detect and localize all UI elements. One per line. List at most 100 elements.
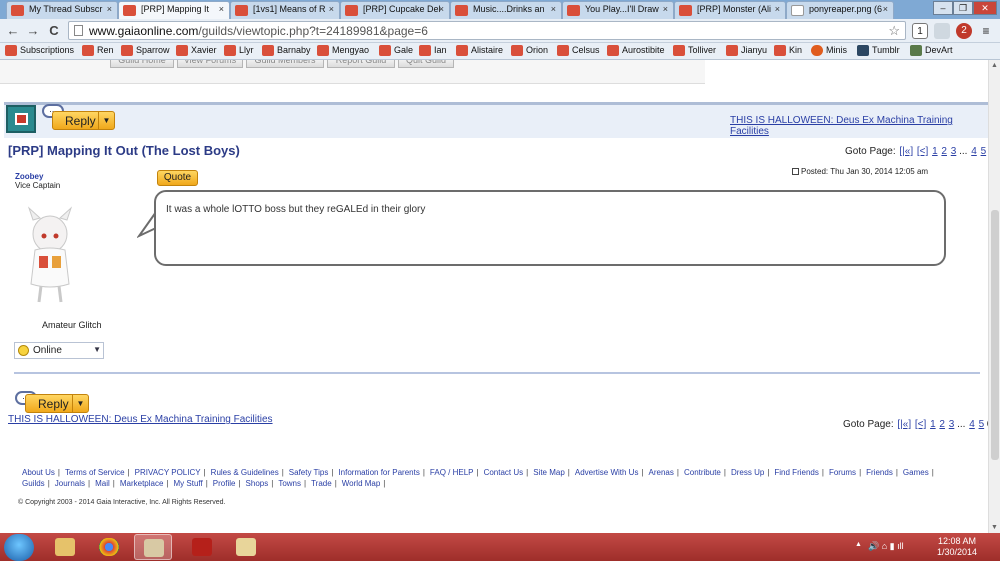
report-guild-button[interactable]: Report Guild — [327, 60, 395, 68]
guild-members-button[interactable]: Guild Members — [246, 60, 324, 68]
footer-link[interactable]: Games — [903, 468, 929, 477]
address-bar[interactable]: www.gaiaonline.com/guilds/viewtopic.php?… — [68, 21, 906, 40]
page-link-4[interactable]: 4 — [969, 419, 975, 430]
chevron-down-icon[interactable]: ▼ — [72, 395, 88, 412]
avatar[interactable] — [15, 206, 85, 306]
forward-button[interactable]: → — [24, 22, 42, 40]
page-link-5[interactable]: 5 — [979, 419, 985, 430]
tray-icons[interactable]: 🔊 ⌂ ▮ ıll — [868, 541, 904, 552]
tab-close-icon[interactable]: × — [551, 4, 556, 14]
bookmark-llyr[interactable]: Llyr — [224, 45, 254, 56]
footer-link[interactable]: About Us — [22, 468, 55, 477]
scroll-up-icon[interactable]: ▲ — [991, 62, 998, 69]
bookmark-xavier[interactable]: Xavier — [176, 45, 217, 56]
bookmark-celsus[interactable]: Celsus — [557, 45, 600, 56]
prev-page-link[interactable]: [<] — [915, 419, 926, 430]
footer-link[interactable]: World Map — [342, 479, 381, 488]
tab-music-drinks[interactable]: Music....Drinks an × — [450, 1, 562, 19]
scroll-down-icon[interactable]: ▼ — [991, 524, 998, 531]
quote-button[interactable]: Quote — [157, 170, 198, 186]
bookmark-orion[interactable]: Orion — [511, 45, 548, 56]
page-link-3[interactable]: 3 — [951, 146, 957, 157]
scroll-thumb[interactable] — [991, 210, 999, 460]
bookmark-aurostibite[interactable]: Aurostibite — [607, 45, 665, 56]
page-link-4[interactable]: 4 — [971, 146, 977, 157]
taskbar-paint[interactable] — [227, 534, 265, 560]
footer-link[interactable]: Guilds — [22, 479, 45, 488]
footer-link[interactable]: Mail — [95, 479, 110, 488]
menu-icon[interactable]: ≡ — [978, 23, 994, 39]
footer-link[interactable]: Terms of Service — [65, 468, 125, 477]
guild-home-button[interactable]: Guild Home — [110, 60, 174, 68]
footer-link[interactable]: Advertise With Us — [575, 468, 639, 477]
extension-one-icon[interactable]: 1 — [912, 23, 928, 39]
start-button[interactable] — [4, 534, 34, 561]
tab-ponyreaper[interactable]: ponyreaper.png (6 × — [786, 1, 894, 19]
page-link-5[interactable]: 5 — [981, 146, 987, 157]
footer-link[interactable]: Information for Parents — [338, 468, 419, 477]
author-name[interactable]: Zoobey — [15, 172, 60, 181]
bookmark-barnaby[interactable]: Barnaby — [262, 45, 311, 56]
bookmark-minis[interactable]: Minis — [811, 45, 847, 56]
bookmark-devart[interactable]: DevArt — [910, 45, 953, 56]
footer-link[interactable]: Towns — [278, 479, 301, 488]
forum-link-bottom[interactable]: THIS IS HALLOWEEN: Deus Ex Machina Train… — [8, 414, 273, 425]
bookmark-mengyao[interactable]: Mengyao — [317, 45, 369, 56]
forum-link[interactable]: THIS IS HALLOWEEN: Deus Ex Machina Train… — [730, 115, 988, 137]
bookmark-subscriptions[interactable]: Subscriptions — [5, 45, 74, 56]
reload-button[interactable]: C — [45, 22, 63, 40]
close-window-button[interactable]: ✕ — [973, 1, 997, 15]
vertical-scrollbar[interactable]: ▲ ▼ — [988, 60, 1000, 533]
footer-link[interactable]: Site Map — [533, 468, 565, 477]
bookmark-jianyu[interactable]: Jianyu — [726, 45, 767, 56]
bookmark-ren[interactable]: Ren — [82, 45, 114, 56]
clock[interactable]: 12:08 AM 1/30/2014 — [937, 536, 977, 558]
quit-guild-button[interactable]: Quit Guild — [398, 60, 454, 68]
tab-close-icon[interactable]: × — [329, 4, 334, 14]
view-forums-button[interactable]: View Forums — [177, 60, 243, 68]
bookmark-alistaire[interactable]: Alistaire — [456, 45, 503, 56]
footer-link[interactable]: Contact Us — [484, 468, 524, 477]
tab-close-icon[interactable]: × — [775, 4, 780, 14]
tab-thread-subscriptions[interactable]: My Thread Subscr × — [6, 1, 118, 19]
reply-button[interactable]: Reply ▼ — [52, 111, 115, 130]
online-status-select[interactable]: Online ▼ — [14, 342, 104, 359]
footer-link[interactable]: Arenas — [649, 468, 674, 477]
footer-link[interactable]: PRIVACY POLICY — [135, 468, 201, 477]
tab-you-play[interactable]: You Play...I'll Draw × — [562, 1, 674, 19]
footer-link[interactable]: Marketplace — [120, 479, 164, 488]
footer-link[interactable]: Dress Up — [731, 468, 764, 477]
taskbar-explorer[interactable] — [46, 534, 84, 560]
page-link-2[interactable]: 2 — [941, 146, 947, 157]
tab-close-icon[interactable]: × — [219, 4, 224, 14]
tab-means-of-r[interactable]: [1vs1] Means of R × — [230, 1, 340, 19]
extension-puzzle-icon[interactable] — [934, 23, 950, 39]
notification-badge-icon[interactable]: 2 — [956, 23, 972, 39]
taskbar-filezilla[interactable] — [183, 534, 221, 560]
tab-monster[interactable]: [PRP] Monster (Ali × — [674, 1, 786, 19]
footer-link[interactable]: FAQ / HELP — [430, 468, 474, 477]
footer-link[interactable]: Journals — [55, 479, 85, 488]
taskbar-app-active[interactable] — [134, 534, 172, 560]
reply-button-bottom[interactable]: Reply ▼ — [25, 394, 89, 413]
footer-link[interactable]: Trade — [311, 479, 332, 488]
chevron-down-icon[interactable]: ▼ — [98, 112, 114, 129]
bookmark-sparrow[interactable]: Sparrow — [121, 45, 170, 56]
bookmark-tumblr[interactable]: Tumblr — [857, 45, 900, 56]
footer-link[interactable]: Profile — [213, 479, 236, 488]
tab-close-icon[interactable]: × — [663, 4, 668, 14]
bookmark-tolliver[interactable]: Tolliver — [673, 45, 716, 56]
minimize-button[interactable]: – — [933, 1, 953, 15]
footer-link[interactable]: Forums — [829, 468, 856, 477]
bookmark-star-icon[interactable]: ☆ — [888, 23, 900, 39]
tray-arrow-icon[interactable]: ▲ — [855, 541, 862, 548]
page-link-1[interactable]: 1 — [932, 146, 938, 157]
taskbar-chrome[interactable] — [90, 534, 128, 560]
footer-link[interactable]: Find Friends — [774, 468, 818, 477]
tab-cupcake[interactable]: [PRP] Cupcake Del × — [340, 1, 450, 19]
maximize-button[interactable]: ❐ — [953, 1, 973, 15]
tab-mapping-it-out[interactable]: [PRP] Mapping It × — [118, 1, 230, 19]
bookmark-kin[interactable]: Kin — [774, 45, 802, 56]
page-link-1[interactable]: 1 — [930, 419, 936, 430]
tab-close-icon[interactable]: × — [439, 4, 444, 14]
